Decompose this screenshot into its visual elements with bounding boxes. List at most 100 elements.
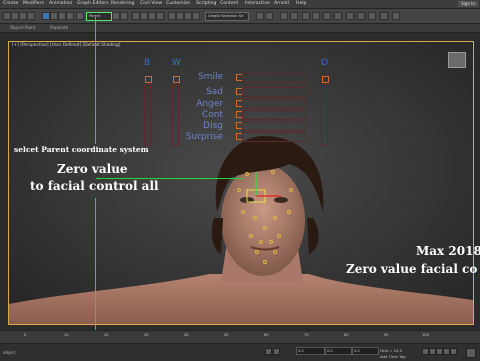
control-sad-slider [242,87,306,97]
viewcube[interactable] [448,52,466,68]
menu-arnold[interactable]: Arnold [274,1,289,6]
face-control-point[interactable] [253,216,257,220]
control-label-anger: Anger [196,99,223,109]
menu-content[interactable]: Content [220,1,238,6]
render-setup-icon[interactable] [312,12,320,20]
timeline-tick: 90 [384,333,389,337]
control-cont-slider [242,110,306,120]
pivot-icon[interactable] [76,12,84,20]
viewport-label[interactable]: [+] [Perspective] [User Defined] [Defaul… [12,43,120,48]
arnold-lights-icon[interactable] [392,12,400,20]
menu-help[interactable]: Help [296,1,306,6]
annotation-zero-value-line2: to facial control all [30,179,159,193]
menu-interactive[interactable]: Interactive [245,1,270,6]
curve-editor-icon[interactable] [280,12,288,20]
face-control-point[interactable] [289,188,293,192]
face-control-point[interactable] [271,170,275,174]
x-coordinate-field[interactable]: 0.0 [296,347,325,355]
timeline-tick: 70 [304,333,309,337]
schematic-view-icon[interactable] [290,12,298,20]
undo-icon[interactable] [3,12,11,20]
arnold-ipr-icon[interactable] [380,12,388,20]
a360-icon[interactable] [357,12,365,20]
go-to-start-icon[interactable] [422,348,429,355]
face-control-point[interactable] [273,250,277,254]
mirror-icon[interactable] [176,12,184,20]
menu-civil-view[interactable]: Civil View [140,1,162,6]
scene-explorer-icon[interactable] [192,12,200,20]
menu-modifiers[interactable]: Modifiers [23,1,44,6]
align-icon[interactable] [184,12,192,20]
lock-selection-icon[interactable] [265,348,272,355]
face-control-point[interactable] [277,234,281,238]
menu-bar: Create Modifiers Animation Graph Editors… [0,0,480,9]
ribbon-tab-object-paint[interactable]: Object Paint [10,25,35,30]
grid-size: Grid = 10.0 [380,348,403,353]
annotation-select-parent: selcet Parent coordinate system [14,145,149,154]
render-production-icon[interactable] [334,12,342,20]
sign-in-button[interactable]: Sign In [458,1,478,7]
rendered-frame-window-icon[interactable] [323,12,331,20]
render-cloud-icon[interactable] [346,12,354,20]
face-control-point[interactable] [241,210,245,214]
menu-rendering[interactable]: Rendering [111,1,134,6]
menu-scripting[interactable]: Scripting [196,1,216,6]
timeline-tick: 40 [184,333,189,337]
zoom-extents-icon[interactable] [466,348,476,358]
reference-coordinate-system-dropdown[interactable]: Parent [86,12,112,21]
face-control-point[interactable] [249,234,253,238]
add-time-tag[interactable]: Add Time Tag [380,354,405,359]
menu-customize[interactable]: Customize [166,1,190,6]
percent-snap-icon[interactable] [148,12,156,20]
y-coordinate-field[interactable]: 0.0 [325,347,352,355]
ribbon-toggle-icon[interactable] [265,12,273,20]
column-label-w: W [172,58,181,68]
select-move-icon[interactable] [42,12,50,20]
control-label-disg: Disg [203,121,223,131]
use-pivot-icon[interactable] [112,12,120,20]
redo-icon[interactable] [11,12,19,20]
menu-create[interactable]: Create [3,1,18,6]
timeline-tick: 100 [422,333,429,337]
select-manipulate-icon[interactable] [120,12,128,20]
z-coordinate-field[interactable]: 0.0 [352,347,379,355]
edit-named-selection-icon[interactable] [168,12,176,20]
face-control-point[interactable] [273,216,277,220]
next-frame-icon[interactable] [443,348,450,355]
place-icon[interactable] [66,12,74,20]
face-control-point[interactable] [269,240,273,244]
select-scale-icon[interactable] [58,12,66,20]
face-control-point[interactable] [259,240,263,244]
select-rotate-icon[interactable] [50,12,58,20]
ribbon: Object Paint Populate [0,24,480,33]
face-control-point[interactable] [245,172,249,176]
control-label-sad: Sad [206,87,223,97]
absolute-mode-icon[interactable] [273,348,280,355]
face-control-point[interactable] [287,210,291,214]
timeline-tick: 50 [224,333,229,337]
face-control-point[interactable] [263,260,267,264]
control-o[interactable] [322,76,329,83]
menu-animation[interactable]: Animation [49,1,72,6]
ribbon-tab-populate[interactable]: Populate [50,25,68,30]
angle-snap-icon[interactable] [140,12,148,20]
face-control-point[interactable] [263,226,267,230]
selection-set-dropdown[interactable]: Create Selection Se [205,12,249,21]
timeline[interactable]: 0 10 20 30 40 50 60 70 80 90 100 [0,330,480,343]
material-editor-icon[interactable] [302,12,310,20]
face-control-point[interactable] [237,188,241,192]
link-icon[interactable] [19,12,27,20]
menu-graph-editors[interactable]: Graph Editors [77,1,109,6]
arnold-render-icon[interactable] [368,12,376,20]
play-icon[interactable] [436,348,443,355]
snaps-toggle-icon[interactable] [132,12,140,20]
guide-line [95,17,96,144]
unlink-icon[interactable] [27,12,35,20]
layer-explorer-icon[interactable] [256,12,264,20]
column-label-b: B [144,58,151,68]
previous-frame-icon[interactable] [429,348,436,355]
face-control-point[interactable] [255,250,259,254]
control-b[interactable] [145,76,152,83]
spinner-snap-icon[interactable] [156,12,164,20]
go-to-end-icon[interactable] [450,348,457,355]
